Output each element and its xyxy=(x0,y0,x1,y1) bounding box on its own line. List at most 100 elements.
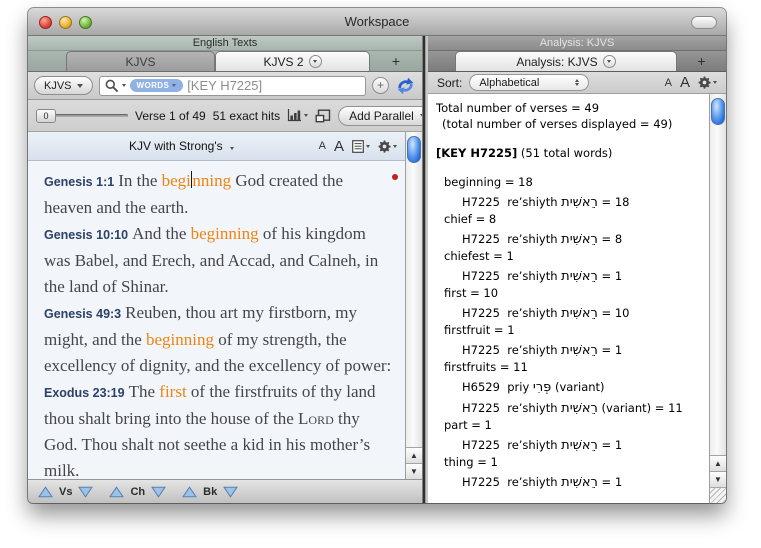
chapter-nav-group: Ch xyxy=(109,486,166,498)
verse-text-area[interactable]: Genesis 1:1In the beginning God created … xyxy=(28,161,405,479)
module-select-button[interactable]: KJVS xyxy=(34,76,93,95)
english-texts-pane: English Texts KJVS KJVS 2 + KJVS xyxy=(28,36,422,503)
zoom-button[interactable] xyxy=(79,16,92,29)
verse-reference[interactable]: Genesis 10:10 xyxy=(44,228,128,242)
tab-menu-icon[interactable] xyxy=(603,55,616,68)
verse-reference[interactable]: Genesis 49:3 xyxy=(44,307,121,321)
tab-kjvs-2[interactable]: KJVS 2 xyxy=(215,51,370,71)
resize-grip[interactable] xyxy=(710,487,726,503)
new-tab-button[interactable]: + xyxy=(370,51,422,71)
analysis-form-line: H7225 re’shiyth רֵאשִׁית (variant) = 11 xyxy=(436,400,707,417)
workspace-window: Workspace English Texts KJVS KJVS 2 + xyxy=(28,8,726,503)
spacer xyxy=(436,161,707,174)
verse-row[interactable]: Genesis 1:1In the beginning God created … xyxy=(44,168,395,221)
module-label: KJVS xyxy=(44,80,72,92)
increase-text-size-button[interactable]: A xyxy=(680,74,690,91)
right-scrollbar-thumb[interactable] xyxy=(711,98,725,125)
verse-reference[interactable]: Genesis 1:1 xyxy=(44,175,114,189)
text-version-button[interactable]: KJV with Strong's xyxy=(28,139,335,153)
tab-kjvs[interactable]: KJVS xyxy=(66,51,215,71)
analysis-settings-button[interactable] xyxy=(698,76,717,89)
analysis-form-line: H7225 re’shiyth רֵאשִׁית = 10 xyxy=(436,305,707,322)
new-tab-button[interactable]: + xyxy=(677,51,726,71)
analysis-word-line: firstfruit = 1 xyxy=(436,322,707,338)
search-input[interactable]: WORDS [KEY H7225] xyxy=(99,76,366,96)
slider-thumb[interactable]: 0 xyxy=(36,109,56,123)
previous-verse-button[interactable] xyxy=(38,486,53,498)
previous-chapter-button[interactable] xyxy=(109,486,124,498)
verse-row[interactable]: Genesis 10:10And the beginning of his ki… xyxy=(44,221,395,300)
scroll-up-button[interactable]: ▲ xyxy=(710,455,726,471)
hebrew-lexical-form: רֵאשִׁית xyxy=(561,232,598,247)
search-menu-icon[interactable] xyxy=(122,84,126,87)
display-settings-button[interactable] xyxy=(352,140,370,153)
scroll-down-button[interactable]: ▼ xyxy=(406,463,422,479)
document-lines-icon xyxy=(352,140,364,153)
scroll-down-button[interactable]: ▼ xyxy=(710,471,726,487)
verse-slider[interactable]: 0 xyxy=(36,109,128,123)
analysis-form-line: H7225 re’shiyth רֵאשִׁית = 1 xyxy=(436,437,707,454)
chevron-down-icon xyxy=(77,84,83,88)
pane-settings-button[interactable] xyxy=(378,140,397,153)
right-scrollbar[interactable]: ▲ ▼ xyxy=(709,94,726,503)
toolbar-toggle-button[interactable] xyxy=(691,16,717,29)
hebrew-lexical-form: רֵאשִׁית xyxy=(561,195,598,210)
refresh-icon[interactable] xyxy=(395,76,416,96)
hebrew-lexical-form: רֵאשִׁית xyxy=(561,306,598,321)
analysis-text-area[interactable]: Total number of verses = 49(total number… xyxy=(428,94,709,503)
next-book-button[interactable] xyxy=(223,486,238,498)
minimize-button[interactable] xyxy=(59,16,72,29)
next-verse-button[interactable] xyxy=(78,486,93,498)
slider-track[interactable] xyxy=(54,114,128,117)
verse-row[interactable]: Exodus 23:19The first of the firstfruits… xyxy=(44,379,395,479)
book-nav-label: Bk xyxy=(203,486,217,498)
text-pane-header: KJV with Strong's A A xyxy=(28,132,405,161)
tab-label: KJVS xyxy=(125,55,155,69)
analysis-word-line: thing = 1 xyxy=(436,454,707,470)
chevron-down-icon xyxy=(304,114,308,117)
analysis-form-line: H7225 re’shiyth רֵאשִׁית = 1 xyxy=(436,342,707,359)
decrease-text-size-button[interactable]: A xyxy=(665,77,672,89)
left-tab-bar: KJVS KJVS 2 + xyxy=(28,51,422,72)
analysis-form-line: H6529 priy פְּרִי (variant) xyxy=(436,379,707,396)
chapter-nav-label: Ch xyxy=(130,486,145,498)
left-scrollbar-thumb[interactable] xyxy=(407,136,421,163)
analysis-word-line: first = 10 xyxy=(436,285,707,301)
window-controls xyxy=(39,16,92,29)
hits-status: 51 exact hits xyxy=(213,109,280,123)
title-bar[interactable]: Workspace xyxy=(28,8,726,36)
analysis-key-heading: [KEY H7225] (51 total words) xyxy=(436,145,707,161)
chevron-down-icon xyxy=(393,145,397,148)
details-button[interactable] xyxy=(315,109,331,123)
hebrew-lexical-form: רֵאשִׁית xyxy=(561,269,598,284)
add-search-button[interactable]: + xyxy=(372,77,389,94)
hebrew-lexical-form: רֵאשִׁית xyxy=(561,401,598,416)
verse-nav-label: Vs xyxy=(59,486,72,498)
next-chapter-button[interactable] xyxy=(151,486,166,498)
previous-book-button[interactable] xyxy=(182,486,197,498)
verse-row[interactable]: Genesis 49:3Reuben, thou art my firstbor… xyxy=(44,300,395,379)
increase-text-size-button[interactable]: A xyxy=(334,138,344,155)
gear-icon xyxy=(698,76,711,89)
close-button[interactable] xyxy=(39,16,52,29)
analysis-summary: (total number of verses displayed = 49) xyxy=(436,116,707,132)
chevron-down-icon xyxy=(172,84,176,87)
hits-graph-button[interactable] xyxy=(287,109,308,122)
book-nav-group: Bk xyxy=(182,486,238,498)
screen: Workspace English Texts KJVS KJVS 2 + xyxy=(0,0,761,548)
sort-select[interactable]: Alphabetical xyxy=(469,74,589,91)
spacer xyxy=(436,132,707,145)
left-zone-title: English Texts xyxy=(28,36,422,51)
tab-analysis-kjvs[interactable]: Analysis: KJVS xyxy=(455,51,677,71)
verse-reference[interactable]: Exodus 23:19 xyxy=(44,386,125,400)
left-scrollbar[interactable]: ▲ ▼ xyxy=(405,132,422,479)
decrease-text-size-button[interactable]: A xyxy=(319,140,326,152)
scope-pill[interactable]: WORDS xyxy=(130,79,184,92)
search-query-text[interactable]: [KEY H7225] xyxy=(187,78,262,93)
search-icon[interactable] xyxy=(105,79,118,92)
analysis-word-line: chief = 8 xyxy=(436,211,707,227)
bar-chart-icon xyxy=(287,109,302,122)
scroll-up-button[interactable]: ▲ xyxy=(406,447,422,463)
analysis-form-line: H7225 re’shiyth רֵאשִׁית = 8 xyxy=(436,231,707,248)
tab-menu-icon[interactable] xyxy=(309,55,322,68)
